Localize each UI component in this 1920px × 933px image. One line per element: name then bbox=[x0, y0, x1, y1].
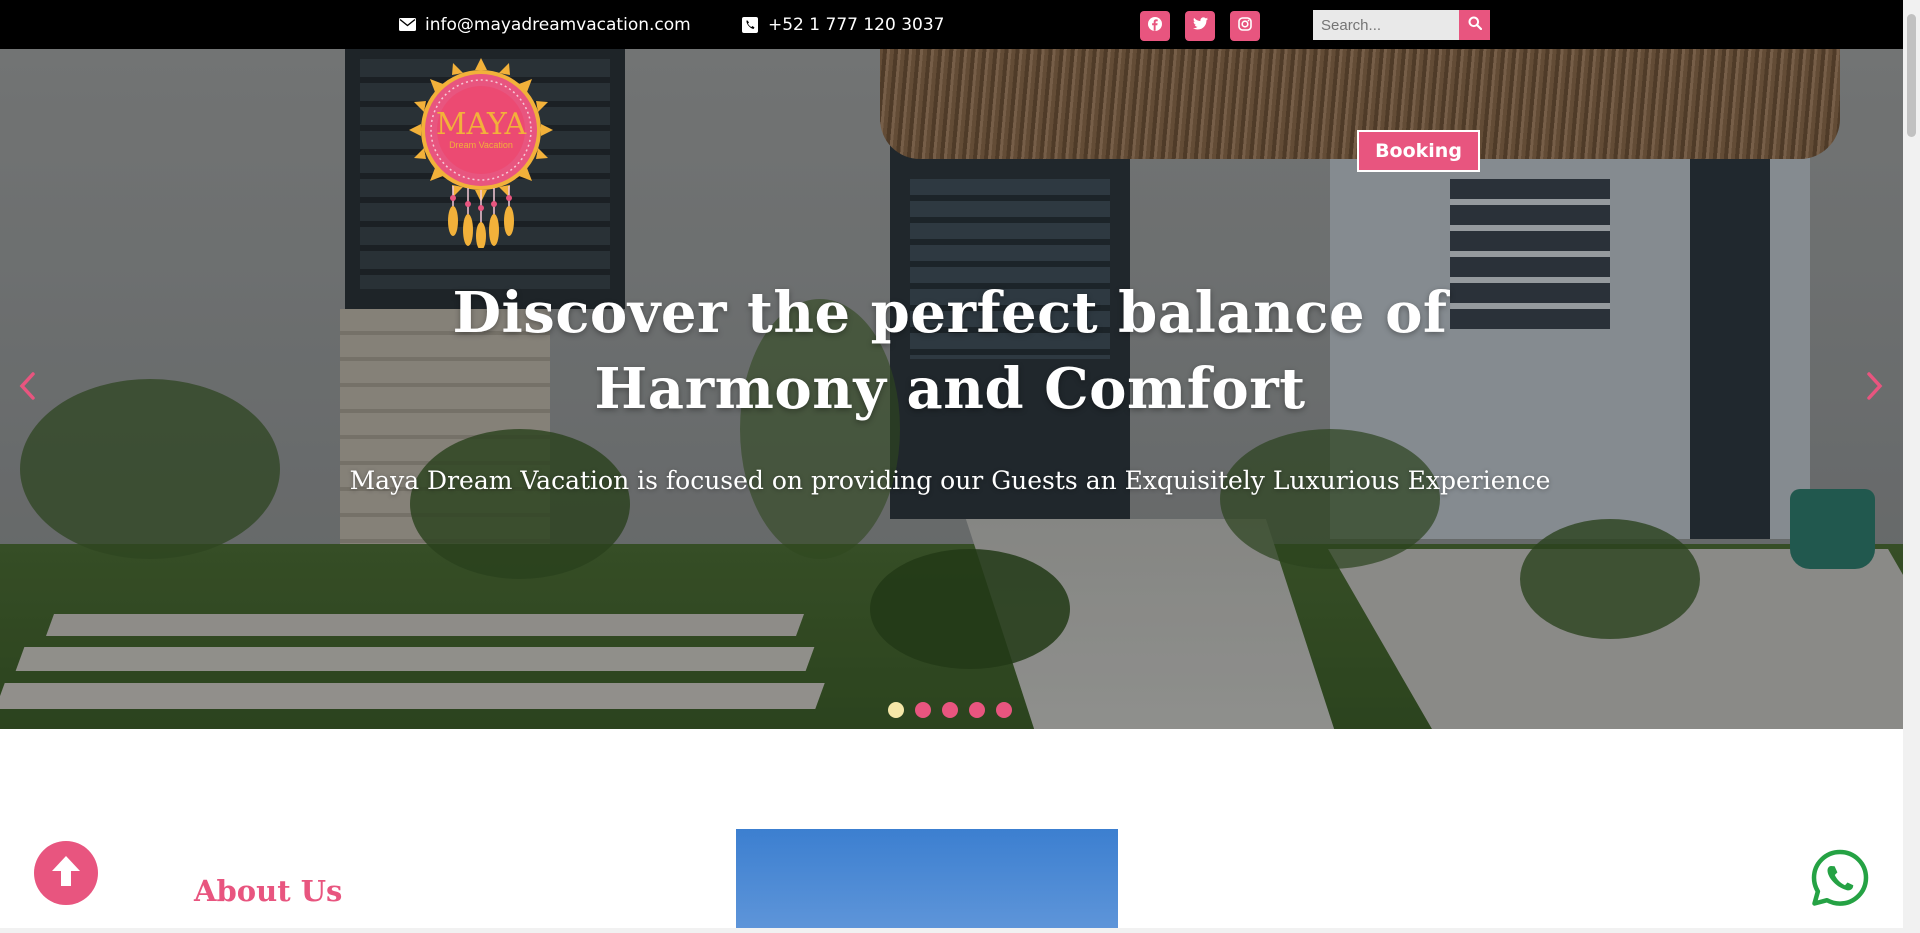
slider-dot[interactable] bbox=[969, 702, 985, 718]
about-us-image bbox=[736, 829, 1118, 929]
scrollbar-thumb[interactable] bbox=[1907, 14, 1916, 137]
contact-email[interactable]: info@mayadreamvacation.com bbox=[398, 0, 691, 49]
slider-dot[interactable] bbox=[888, 702, 904, 718]
phone-icon bbox=[741, 16, 759, 34]
twitter-icon bbox=[1192, 17, 1208, 35]
slider-dot[interactable] bbox=[915, 702, 931, 718]
phone-text: +52 1 777 120 3037 bbox=[768, 14, 945, 35]
hero-slider: MAYA Dream Vacation Booking Discover the… bbox=[0, 49, 1903, 729]
arrow-up-icon bbox=[50, 854, 82, 893]
vertical-scrollbar[interactable] bbox=[1903, 0, 1920, 933]
search-icon bbox=[1468, 16, 1482, 35]
search-button[interactable] bbox=[1459, 10, 1490, 40]
slider-prev-button[interactable] bbox=[12, 371, 42, 405]
email-text: info@mayadreamvacation.com bbox=[425, 14, 691, 35]
slider-pagination bbox=[888, 702, 1012, 718]
logo-text: MAYA bbox=[436, 107, 527, 142]
whatsapp-icon bbox=[1811, 849, 1869, 912]
chevron-left-icon bbox=[18, 371, 36, 406]
instagram-icon bbox=[1238, 16, 1252, 36]
search-input[interactable] bbox=[1313, 10, 1459, 40]
slider-dot[interactable] bbox=[996, 702, 1012, 718]
slider-next-button[interactable] bbox=[1860, 371, 1890, 405]
top-bar: info@mayadreamvacation.com +52 1 777 120… bbox=[0, 0, 1903, 49]
bottom-edge bbox=[0, 928, 1903, 933]
chevron-right-icon bbox=[1866, 371, 1884, 406]
slider-dot[interactable] bbox=[942, 702, 958, 718]
envelope-icon bbox=[398, 16, 416, 34]
hero-title-line-1: Discover the perfect balance of bbox=[452, 280, 1448, 346]
contact-phone[interactable]: +52 1 777 120 3037 bbox=[741, 0, 944, 49]
site-logo[interactable]: MAYA Dream Vacation bbox=[398, 58, 568, 250]
hero-subtitle: Maya Dream Vacation is focused on provid… bbox=[349, 466, 1551, 495]
whatsapp-button[interactable] bbox=[1810, 849, 1870, 912]
twitter-button[interactable] bbox=[1185, 11, 1215, 41]
booking-button[interactable]: Booking bbox=[1357, 130, 1480, 172]
instagram-button[interactable] bbox=[1230, 11, 1260, 41]
hero-title-line-2: Harmony and Comfort bbox=[594, 356, 1306, 422]
scroll-to-top-button[interactable] bbox=[34, 841, 98, 905]
about-us-heading: About Us bbox=[194, 874, 343, 908]
logo-subtext: Dream Vacation bbox=[449, 140, 513, 150]
dreamcatcher-logo-icon: MAYA Dream Vacation bbox=[409, 58, 553, 250]
facebook-icon bbox=[1148, 16, 1162, 36]
facebook-button[interactable] bbox=[1140, 11, 1170, 41]
hero-title: Discover the perfect balance of Harmony … bbox=[360, 275, 1540, 427]
